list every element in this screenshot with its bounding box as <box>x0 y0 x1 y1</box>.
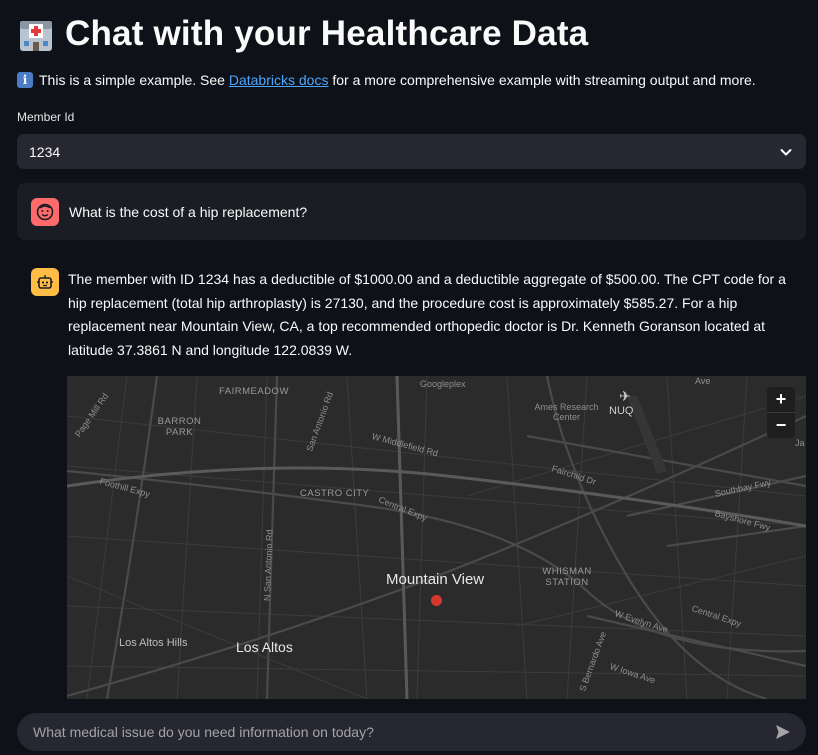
user-message: What is the cost of a hip replacement? <box>17 183 806 240</box>
info-text-after: for a more comprehensive example with st… <box>328 72 756 88</box>
map[interactable]: FAIRMEADOW BARRON PARK CASTRO CITY WHISM… <box>67 376 806 699</box>
map-zoom-controls: + − <box>767 387 795 438</box>
zoom-in-button[interactable]: + <box>767 387 795 412</box>
chevron-down-icon <box>780 148 792 155</box>
info-text-before: This is a simple example. See <box>39 72 229 88</box>
info-banner: i This is a simple example. See Databric… <box>17 72 756 88</box>
robot-icon <box>31 268 59 296</box>
map-label-fairmeadow: FAIRMEADOW <box>219 386 289 397</box>
map-marker[interactable] <box>431 595 442 606</box>
member-id-label: Member Id <box>17 110 75 124</box>
map-label-whisman-station: WHISMAN STATION <box>542 566 592 588</box>
user-message-text: What is the cost of a hip replacement? <box>69 203 308 220</box>
databricks-docs-link[interactable]: Databricks docs <box>229 72 329 88</box>
map-label-ames: Ames Research Center <box>534 402 599 422</box>
page-title-text: Chat with your Healthcare Data <box>65 14 589 53</box>
assistant-message-text: The member with ID 1234 has a deductible… <box>68 271 786 358</box>
zoom-out-button[interactable]: − <box>767 412 795 438</box>
map-label-mountain-view: Mountain View <box>386 571 485 588</box>
airport-icon: ✈ <box>619 388 631 404</box>
map-label-los-altos-hills: Los Altos Hills <box>119 637 188 649</box>
map-label-nuq: NUQ <box>609 405 634 417</box>
map-label-barron-park: BARRON PARK <box>157 416 202 438</box>
chat-input[interactable] <box>31 723 774 741</box>
chat-input-bar <box>17 713 806 751</box>
map-label-googleplex: Googleplex <box>420 379 466 389</box>
map-label-castro-city: CASTRO CITY <box>300 488 370 499</box>
page-title: Chat with your Healthcare Data <box>17 12 588 56</box>
info-icon: i <box>17 72 33 88</box>
hospital-icon <box>17 15 55 53</box>
member-id-value: 1234 <box>29 143 61 160</box>
member-id-select[interactable]: 1234 <box>17 134 806 169</box>
user-face-icon <box>31 197 59 226</box>
map-label-los-altos: Los Altos <box>236 639 293 655</box>
send-icon[interactable] <box>774 723 792 741</box>
street-ja: Ja <box>795 438 805 448</box>
street-ave-top: Ave <box>695 376 711 386</box>
